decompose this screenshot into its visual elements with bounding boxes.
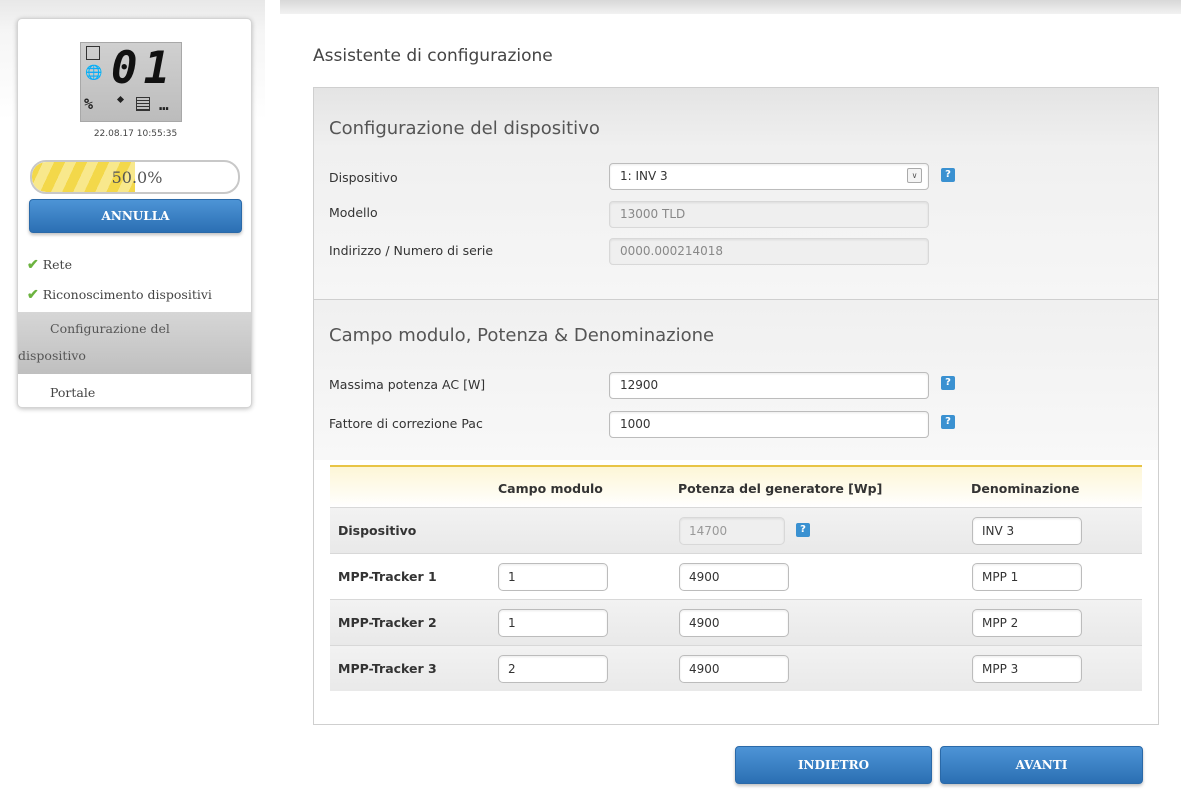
top-bar <box>280 0 1181 14</box>
help-icon[interactable]: ? <box>941 415 955 429</box>
col-header-generator-power: Potenza del generatore [Wp] <box>678 481 883 496</box>
help-icon[interactable]: ? <box>796 523 810 537</box>
pac-factor-label: Fattore di correzione Pac <box>329 416 483 431</box>
device-power-field: 14700 <box>679 517 785 545</box>
tracker-3-name-input[interactable]: MPP 3 <box>972 655 1082 683</box>
model-label: Modello <box>329 205 378 220</box>
sidebar-step-label: Portale <box>50 385 96 400</box>
pac-factor-input[interactable]: 1000 <box>609 411 929 438</box>
tracker-3-module-field-input[interactable]: 2 <box>498 655 608 683</box>
lcd-globe-icon: 🌐 <box>85 65 103 81</box>
row-label: MPP-Tracker 1 <box>338 569 437 584</box>
help-icon[interactable]: ? <box>941 376 955 390</box>
col-header-name: Denominazione <box>971 481 1080 496</box>
progress-label: 50.0% <box>111 168 163 187</box>
device-section-title: Configurazione del dispositivo <box>329 118 600 139</box>
lcd-arrow-icon <box>116 95 125 104</box>
back-button[interactable]: INDIETRO <box>735 746 932 784</box>
device-config-section: Configurazione del dispositivo Dispositi… <box>314 88 1158 300</box>
table-row-tracker-3: MPP-Tracker 3 2 4900 MPP 3 <box>330 645 1142 691</box>
table-row-tracker-1: MPP-Tracker 1 1 4900 MPP 1 <box>330 553 1142 599</box>
lcd-display: 🌐 01 % … <box>80 42 182 122</box>
tracker-1-name-input[interactable]: MPP 1 <box>972 563 1082 591</box>
device-select[interactable]: 1: INV 3 ∨ <box>609 163 929 190</box>
lcd-grid-icon <box>136 97 150 111</box>
max-ac-input[interactable]: 12900 <box>609 372 929 399</box>
sidebar-step-label-line2: dispositivo <box>18 348 86 363</box>
table-header: Campo modulo Potenza del generatore [Wp]… <box>330 465 1142 507</box>
page-title: Assistente di configurazione <box>313 46 553 66</box>
col-header-module-field: Campo modulo <box>498 481 603 496</box>
chevron-down-icon[interactable]: ∨ <box>907 168 922 183</box>
tracker-3-power-input[interactable]: 4900 <box>679 655 789 683</box>
lcd-panel-icon <box>86 46 100 60</box>
sidebar-step-label: Rete <box>42 257 72 272</box>
sidebar-step-configurazione[interactable]: Configurazione del dispositivo <box>18 312 251 374</box>
serial-label: Indirizzo / Numero di serie <box>329 243 494 258</box>
table-row-device: Dispositivo 14700 ? INV 3 <box>330 507 1142 553</box>
device-label: Dispositivo <box>329 170 398 185</box>
power-section-title: Campo modulo, Potenza & Denominazione <box>329 325 715 346</box>
cancel-button[interactable]: ANNULLA <box>29 199 242 233</box>
lcd-percent-symbol: % <box>84 95 94 113</box>
sidebar-step-rete[interactable]: ✔ Rete <box>18 253 251 277</box>
power-section: Campo modulo, Potenza & Denominazione Ma… <box>314 300 1158 460</box>
checkmark-icon: ✔ <box>27 257 39 273</box>
wizard-sidebar: 🌐 01 % … 22.08.17 10:55:35 50.0% ANNULLA… <box>17 18 252 408</box>
tracker-1-module-field-input[interactable]: 1 <box>498 563 608 591</box>
device-select-value: 1: INV 3 <box>620 169 668 183</box>
lcd-dots: … <box>159 95 169 114</box>
help-icon[interactable]: ? <box>941 168 955 182</box>
row-label: MPP-Tracker 3 <box>338 661 437 676</box>
device-name-input[interactable]: INV 3 <box>972 517 1082 545</box>
sidebar-step-label: Riconoscimento dispositivi <box>42 287 212 302</box>
serial-field: 0000.000214018 <box>609 238 929 265</box>
tracker-2-module-field-input[interactable]: 1 <box>498 609 608 637</box>
wizard-panel: Configurazione del dispositivo Dispositi… <box>313 87 1159 725</box>
max-ac-label: Massima potenza AC [W] <box>329 377 486 392</box>
sidebar-step-portale[interactable]: Portale <box>18 381 251 405</box>
row-label: MPP-Tracker 2 <box>338 615 437 630</box>
sidebar-step-label-line1: Configurazione del <box>50 321 170 336</box>
sidebar-step-riconoscimento[interactable]: ✔ Riconoscimento dispositivi <box>18 283 251 307</box>
model-field: 13000 TLD <box>609 201 929 228</box>
checkmark-icon: ✔ <box>27 287 39 303</box>
next-button[interactable]: AVANTI <box>940 746 1143 784</box>
tracker-2-name-input[interactable]: MPP 2 <box>972 609 1082 637</box>
tracker-2-power-input[interactable]: 4900 <box>679 609 789 637</box>
progress-bar: 50.0% <box>30 160 240 194</box>
table-row-tracker-2: MPP-Tracker 2 1 4900 MPP 2 <box>330 599 1142 645</box>
tracker-1-power-input[interactable]: 4900 <box>679 563 789 591</box>
lcd-digits: 01 <box>111 43 176 94</box>
row-label: Dispositivo <box>338 523 417 538</box>
timestamp: 22.08.17 10:55:35 <box>93 129 178 139</box>
